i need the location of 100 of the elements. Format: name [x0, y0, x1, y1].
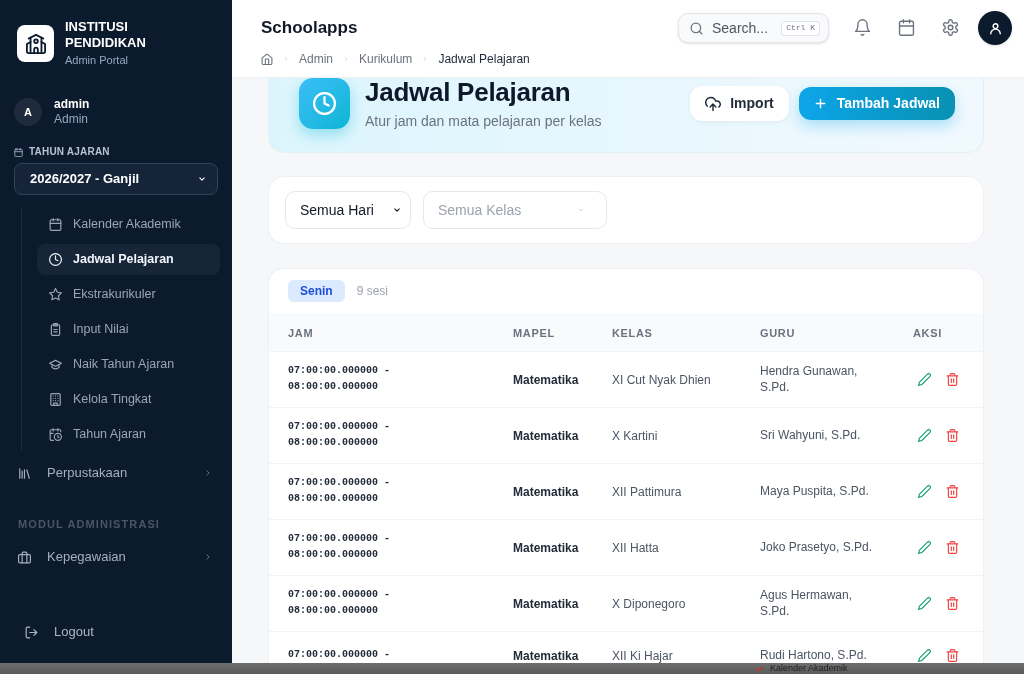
column-header: KELAS: [612, 326, 653, 339]
bell-icon[interactable]: [854, 19, 871, 36]
time-range: 07:00:00.000000 - 08:00:00.000000: [288, 588, 392, 618]
clock-icon: [49, 253, 62, 266]
subject-name: Matematika: [513, 429, 579, 443]
cloud-upload-icon: [705, 95, 722, 112]
trash-icon[interactable]: [946, 428, 959, 442]
import-button[interactable]: Import: [690, 86, 789, 121]
breadcrumb-link[interactable]: Kurikulum: [359, 51, 413, 67]
star-icon: [49, 288, 62, 301]
class-name: XII Ki Hajar: [612, 649, 673, 663]
library-icon: [18, 466, 31, 480]
teacher-name: Maya Puspita, S.Pd.: [760, 483, 869, 499]
brand-subtitle: Admin Portal: [65, 53, 128, 67]
keyboard-shortcut: Ctrl K: [781, 20, 820, 36]
section-title: MODUL ADMINISTRASI: [18, 517, 161, 531]
app-title: Schoolapps: [261, 17, 358, 39]
sidebar-item[interactable]: Input Nilai: [37, 314, 220, 345]
user-avatar-icon[interactable]: [978, 11, 1012, 45]
graduation-cap-icon: [49, 358, 62, 371]
breadcrumb-current: Jadwal Pelajaran: [438, 51, 530, 67]
calendar-icon[interactable]: [898, 19, 915, 36]
user-role: Admin: [54, 112, 89, 127]
trash-icon[interactable]: [946, 484, 959, 498]
calendar-clock-icon: [49, 428, 62, 441]
home-icon[interactable]: [261, 53, 273, 65]
check-icon: [755, 664, 764, 673]
page-title: Jadwal Pelajaran: [365, 78, 572, 108]
time-range: 07:00:00.000000 - 08:00:00.000000: [288, 364, 392, 394]
sidebar-item[interactable]: Kalender Akademik: [37, 209, 220, 240]
breadcrumb-link[interactable]: Admin: [299, 51, 333, 67]
trash-icon[interactable]: [946, 648, 959, 662]
chevron-down-icon: [576, 207, 586, 213]
section-label: TAHUN AJARAN: [29, 146, 110, 158]
teacher-name: Rudi Hartono, S.Pd.: [760, 647, 867, 663]
pencil-icon[interactable]: [918, 428, 931, 442]
pencil-icon[interactable]: [918, 596, 931, 610]
trash-icon[interactable]: [946, 540, 959, 554]
subject-name: Matematika: [513, 373, 579, 387]
time-range: 07:00:00.000000 - 08:00:00.000000: [288, 420, 392, 450]
calendar-icon: [49, 218, 62, 231]
day-filter-select[interactable]: Semua Hari: [285, 191, 411, 229]
subject-name: Matematika: [513, 649, 579, 663]
search-field[interactable]: Search... Ctrl K: [678, 13, 829, 43]
class-name: XII Pattimura: [612, 485, 682, 499]
sidebar-item[interactable]: Jadwal Pelajaran: [37, 244, 220, 275]
sidebar-item[interactable]: Perpustakaan: [14, 455, 218, 491]
column-header: MAPEL: [513, 326, 555, 339]
subject-name: Matematika: [513, 485, 579, 499]
briefcase-icon: [18, 550, 31, 564]
class-name: XI Cut Nyak Dhien: [612, 373, 711, 387]
brand-title: INSTITUSI PENDIDIKAN: [65, 19, 147, 51]
academic-year-select[interactable]: 2026/2027 - Ganjil: [14, 163, 218, 195]
class-name: X Kartini: [612, 429, 658, 443]
chevron-right-icon: [422, 55, 429, 63]
clipboard-icon: [49, 323, 62, 336]
teacher-name: Sri Wahyuni, S.Pd.: [760, 427, 861, 443]
settings-icon[interactable]: [942, 19, 959, 36]
building-icon: [49, 393, 62, 406]
search-placeholder: Search...: [712, 18, 769, 38]
chevron-right-icon: [343, 55, 349, 63]
chevron-right-icon: [204, 468, 212, 478]
column-header: AKSI: [913, 326, 942, 339]
class-name: X Diponegoro: [612, 597, 686, 611]
column-header: JAM: [288, 326, 314, 339]
session-count: 9 sesi: [356, 283, 389, 300]
search-icon: [690, 21, 703, 35]
chevron-right-icon: [283, 55, 289, 63]
pencil-icon[interactable]: [918, 540, 931, 554]
trash-icon[interactable]: [946, 372, 959, 386]
logout-icon: [25, 625, 38, 639]
pencil-icon[interactable]: [918, 648, 931, 662]
bottom-bar-label: Kalender Akademik: [770, 663, 848, 674]
plus-icon: [813, 97, 827, 110]
column-header: GURU: [760, 326, 796, 339]
chevron-down-icon: [196, 175, 208, 183]
time-range: 07:00:00.000000 -: [288, 648, 392, 662]
pencil-icon[interactable]: [918, 484, 931, 498]
teacher-name: Hendra Gunawan, S.Pd.: [760, 363, 859, 395]
trash-icon[interactable]: [946, 596, 959, 610]
school-logo-icon: [17, 25, 54, 62]
sidebar-item[interactable]: Tahun Ajaran: [37, 419, 220, 450]
page-subtitle: Atur jam dan mata pelajaran per kelas: [365, 112, 602, 131]
calendar-icon: [14, 147, 23, 157]
class-name: XII Hatta: [612, 541, 659, 555]
user-name: admin: [54, 97, 90, 112]
time-range: 07:00:00.000000 - 08:00:00.000000: [288, 532, 392, 562]
pencil-icon[interactable]: [918, 372, 931, 386]
sidebar-item[interactable]: Naik Tahun Ajaran: [37, 349, 220, 380]
sidebar-item[interactable]: Kelola Tingkat: [37, 384, 220, 415]
time-range: 07:00:00.000000 - 08:00:00.000000: [288, 476, 392, 506]
sidebar-item[interactable]: Kepegawaian: [14, 539, 218, 575]
logout-link[interactable]: Logout: [14, 616, 218, 648]
teacher-name: Joko Prasetyo, S.Pd.: [760, 539, 873, 555]
subject-name: Matematika: [513, 597, 579, 611]
sidebar-item[interactable]: Ekstrakurikuler: [37, 279, 220, 310]
day-badge: Senin: [288, 280, 345, 302]
chevron-right-icon: [204, 552, 212, 562]
user-avatar: A: [14, 98, 42, 126]
subject-name: Matematika: [513, 541, 579, 555]
